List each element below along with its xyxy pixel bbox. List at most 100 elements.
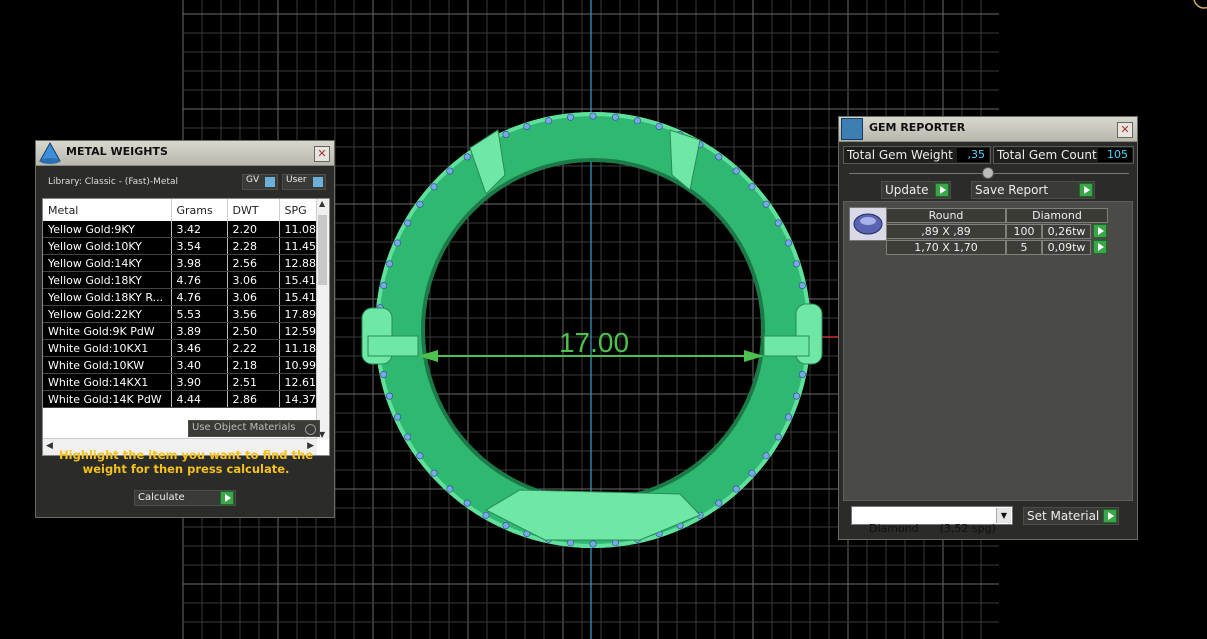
grams-cell[interactable]: 4.76 bbox=[171, 271, 228, 289]
grams-cell[interactable]: 4.76 bbox=[171, 288, 228, 306]
metal-row[interactable]: Yellow Gold:22KY 5.53 3.56 17.89 bbox=[43, 305, 318, 323]
metal-name-cell[interactable]: Yellow Gold:18KY R... bbox=[43, 288, 172, 306]
dwt-cell[interactable]: 3.56 bbox=[227, 305, 280, 323]
gem-row-size[interactable]: ,89 X ,89 bbox=[886, 224, 1006, 239]
dwt-cell[interactable]: 3.06 bbox=[227, 271, 280, 289]
spg-cell[interactable]: 10.99 bbox=[279, 356, 318, 374]
metal-name-cell[interactable]: Yellow Gold:10KY bbox=[43, 237, 172, 255]
metal-row[interactable]: White Gold:14K PdW 4.44 2.86 14.37 bbox=[43, 390, 318, 408]
metal-row[interactable]: Yellow Gold:18KY R... 4.76 3.06 15.41 bbox=[43, 288, 318, 306]
metal-name-cell[interactable]: Yellow Gold:14KY bbox=[43, 254, 172, 272]
play-arrow-icon[interactable] bbox=[1093, 240, 1107, 254]
gem-list[interactable]: Round Diamond ,89 X ,89 100 0,26tw 1,70 … bbox=[843, 201, 1133, 501]
metal-table[interactable]: Metal Grams DWT SPG Yellow Gold:9KY 3.42 2… bbox=[42, 198, 330, 456]
scroll-up-icon[interactable]: ▲ bbox=[319, 199, 325, 208]
gem-reporter-titlebar[interactable]: GEM REPORTER ✕ bbox=[839, 117, 1137, 142]
metal-name-cell[interactable]: Yellow Gold:18KY bbox=[43, 271, 172, 289]
metal-table-vscroll[interactable]: ▲ ▼ bbox=[316, 199, 329, 439]
dwt-cell[interactable]: 3.06 bbox=[227, 288, 280, 306]
spg-cell[interactable]: 15.41 bbox=[279, 271, 318, 289]
material-select[interactable]: Diamond (3,52 spg) ▼ bbox=[851, 506, 1013, 535]
grams-cell[interactable]: 3.46 bbox=[171, 339, 228, 357]
gem-row-weight[interactable]: 0,09tw bbox=[1042, 240, 1091, 255]
metal-name-cell[interactable]: White Gold:14K PdW bbox=[43, 390, 172, 408]
splitter-handle-icon[interactable] bbox=[982, 167, 994, 179]
chevron-down-icon[interactable]: ▼ bbox=[996, 508, 1011, 523]
update-label: Update bbox=[885, 183, 929, 197]
metal-row[interactable]: Yellow Gold:18KY 4.76 3.06 15.41 bbox=[43, 271, 318, 289]
metal-row[interactable]: White Gold:10KX1 3.46 2.22 11.18 bbox=[43, 339, 318, 357]
update-button[interactable]: Update bbox=[881, 181, 951, 199]
metal-weights-icon bbox=[38, 141, 62, 165]
col-metal[interactable]: Metal bbox=[43, 199, 172, 221]
play-arrow-icon bbox=[1079, 183, 1093, 197]
use-object-materials-checkbox[interactable]: Use Object Materials bbox=[188, 420, 320, 437]
dwt-cell[interactable]: 2.56 bbox=[227, 254, 280, 272]
grams-cell[interactable]: 3.98 bbox=[171, 254, 228, 272]
grams-cell[interactable]: 3.54 bbox=[171, 237, 228, 255]
metal-row[interactable]: Yellow Gold:10KY 3.54 2.28 11.45 bbox=[43, 237, 318, 255]
close-icon[interactable]: ✕ bbox=[1117, 122, 1133, 138]
dwt-cell[interactable]: 2.28 bbox=[227, 237, 280, 255]
dwt-cell[interactable]: 2.50 bbox=[227, 322, 280, 340]
spg-cell[interactable]: 14.37 bbox=[279, 390, 318, 408]
total-gem-weight-value: ,35 bbox=[957, 148, 989, 162]
grams-cell[interactable]: 5.53 bbox=[171, 305, 228, 323]
play-arrow-icon[interactable] bbox=[1093, 224, 1107, 238]
col-grams[interactable]: Grams bbox=[171, 199, 228, 221]
grams-cell[interactable]: 3.90 bbox=[171, 373, 228, 391]
round-gem-icon bbox=[849, 207, 887, 241]
dwt-cell[interactable]: 2.18 bbox=[227, 356, 280, 374]
user-toggle-icon bbox=[313, 177, 323, 187]
user-toggle[interactable]: User bbox=[282, 174, 326, 190]
grams-cell[interactable]: 4.44 bbox=[171, 390, 228, 408]
grams-cell[interactable]: 3.89 bbox=[171, 322, 228, 340]
spg-cell[interactable]: 17.89 bbox=[279, 305, 318, 323]
use-object-materials-label: Use Object Materials bbox=[192, 422, 296, 433]
close-icon[interactable]: ✕ bbox=[314, 146, 330, 162]
metal-name-cell[interactable]: White Gold:10KX1 bbox=[43, 339, 172, 357]
metal-weights-title: METAL WEIGHTS bbox=[66, 145, 168, 158]
spg-cell[interactable]: 12.88 bbox=[279, 254, 318, 272]
metal-name-cell[interactable]: White Gold:9K PdW bbox=[43, 322, 172, 340]
gem-row-count[interactable]: 5 bbox=[1006, 240, 1042, 255]
spg-cell[interactable]: 15.41 bbox=[279, 288, 318, 306]
set-material-button[interactable]: Set Material bbox=[1023, 507, 1119, 525]
metal-name-cell[interactable]: White Gold:10KW bbox=[43, 356, 172, 374]
total-gem-weight-label: Total Gem Weight bbox=[847, 148, 953, 162]
gem-reporter-icon bbox=[841, 118, 863, 140]
metal-row[interactable]: White Gold:10KW 3.40 2.18 10.99 bbox=[43, 356, 318, 374]
metal-name-cell[interactable]: Yellow Gold:22KY bbox=[43, 305, 172, 323]
gem-row-size[interactable]: 1,70 X 1,70 bbox=[886, 240, 1006, 255]
checkbox-icon bbox=[305, 424, 316, 435]
metal-row[interactable]: Yellow Gold:14KY 3.98 2.56 12.88 bbox=[43, 254, 318, 272]
spg-cell[interactable]: 11.18 bbox=[279, 339, 318, 357]
metal-name-cell[interactable]: Yellow Gold:9KY bbox=[43, 221, 172, 238]
user-label: User bbox=[286, 175, 307, 185]
vscroll-thumb[interactable] bbox=[318, 215, 327, 285]
metal-hint-text: Highlight the item you want to find the … bbox=[59, 448, 313, 476]
dwt-cell[interactable]: 2.86 bbox=[227, 390, 280, 408]
metal-name-cell[interactable]: White Gold:14KX1 bbox=[43, 373, 172, 391]
dwt-cell[interactable]: 2.51 bbox=[227, 373, 280, 391]
metal-row[interactable]: White Gold:9K PdW 3.89 2.50 12.59 bbox=[43, 322, 318, 340]
gem-row-weight[interactable]: 0,26tw bbox=[1042, 224, 1091, 239]
metal-row[interactable]: Yellow Gold:9KY 3.42 2.20 11.08 bbox=[43, 221, 318, 238]
col-spg[interactable]: SPG bbox=[279, 199, 318, 221]
calculate-button[interactable]: Calculate bbox=[134, 490, 236, 506]
spg-cell[interactable]: 11.45 bbox=[279, 237, 318, 255]
grams-cell[interactable]: 3.40 bbox=[171, 356, 228, 374]
metal-row[interactable]: White Gold:14KX1 3.90 2.51 12.61 bbox=[43, 373, 318, 391]
material-select-value: Diamond (3,52 spg) bbox=[869, 522, 996, 535]
grams-cell[interactable]: 3.42 bbox=[171, 221, 228, 238]
dwt-cell[interactable]: 2.22 bbox=[227, 339, 280, 357]
metal-weights-titlebar[interactable]: METAL WEIGHTS ✕ bbox=[36, 141, 334, 166]
col-dwt[interactable]: DWT bbox=[227, 199, 280, 221]
dwt-cell[interactable]: 2.20 bbox=[227, 221, 280, 238]
spg-cell[interactable]: 12.59 bbox=[279, 322, 318, 340]
spg-cell[interactable]: 12.61 bbox=[279, 373, 318, 391]
gem-row-count[interactable]: 100 bbox=[1006, 224, 1042, 239]
gv-toggle[interactable]: GV bbox=[242, 174, 278, 190]
spg-cell[interactable]: 11.08 bbox=[279, 221, 318, 238]
save-report-button[interactable]: Save Report bbox=[971, 181, 1095, 199]
